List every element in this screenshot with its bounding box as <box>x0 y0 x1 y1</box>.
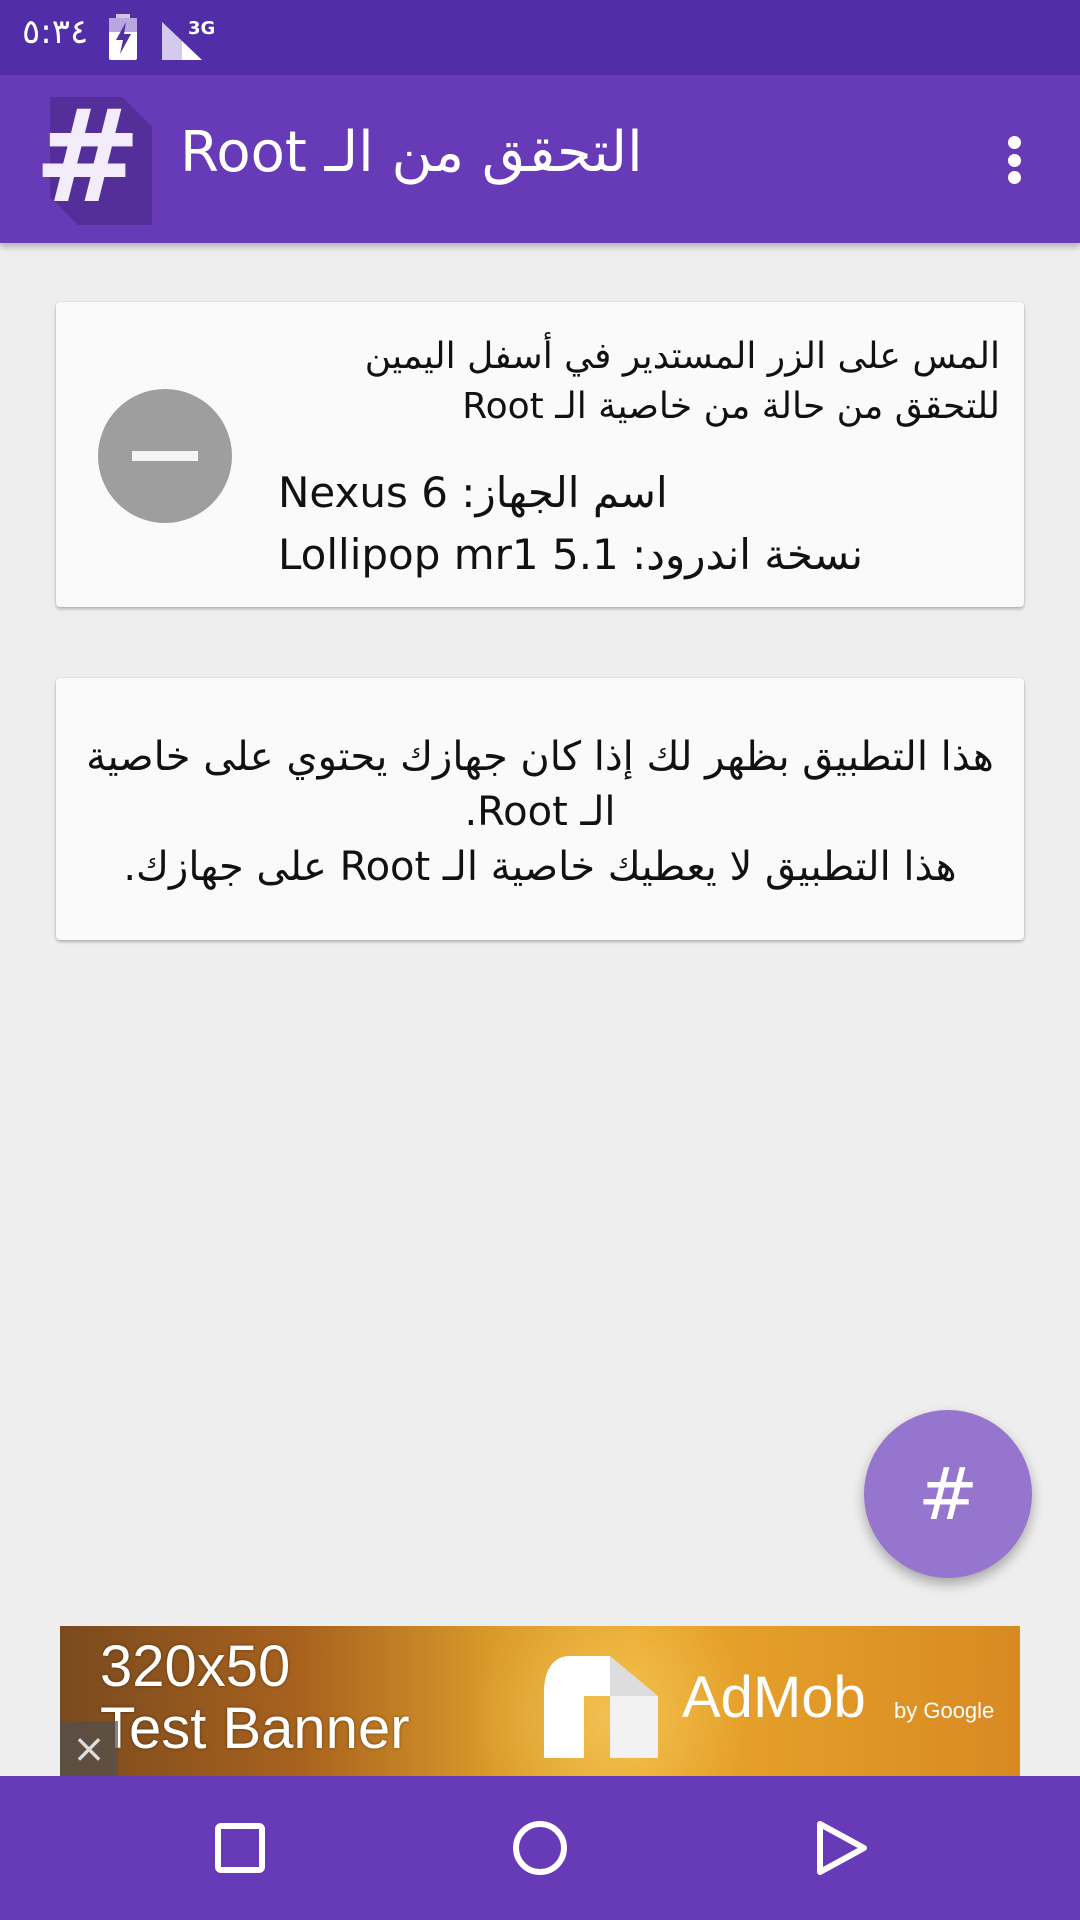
network-type: 3G <box>188 18 215 39</box>
about-line-2: هذا التطبيق لا يعطيك خاصية الـ Root على … <box>123 844 957 890</box>
battery-charging-icon <box>109 14 137 60</box>
about-card: هذا التطبيق بظهر لك إذا كان جهازك يحتوي … <box>56 678 1024 940</box>
android-version: نسخة اندرود: Lollipop mr1 5.1 <box>278 530 864 579</box>
ad-banner[interactable]: 320x50 Test Banner AdMob by Google × <box>60 1626 1020 1776</box>
admob-brand-sub: by Google <box>894 1698 995 1723</box>
ad-label: Test Banner <box>100 1696 410 1761</box>
root-status-card: المس على الزر المستدير في أسفل اليمين لل… <box>56 302 1024 607</box>
home-icon[interactable] <box>508 1816 572 1880</box>
ad-text: 320x50 Test Banner <box>100 1636 410 1760</box>
device-name: اسم الجهاز: Nexus 6 <box>278 468 668 517</box>
svg-text:#: # <box>34 97 141 225</box>
check-root-button[interactable]: # <box>864 1410 1032 1578</box>
back-icon[interactable] <box>808 1816 872 1880</box>
ad-close-icon[interactable]: × <box>60 1721 118 1776</box>
ad-size: 320x50 <box>100 1634 291 1699</box>
status-bar: ٥:٣٤ 3G <box>0 0 1080 75</box>
app-bar: # التحقق من الـ Root <box>0 75 1080 243</box>
app-title: التحقق من الـ Root <box>180 120 643 185</box>
recent-apps-icon[interactable] <box>208 1816 272 1880</box>
status-time: ٥:٣٤ <box>22 12 89 52</box>
signal-icon: 3G <box>162 18 215 60</box>
navigation-bar <box>0 1776 1080 1920</box>
instruction-text: المس على الزر المستدير في أسفل اليمين لل… <box>364 336 1000 427</box>
admob-brand: AdMob <box>682 1665 866 1730</box>
about-line-1: هذا التطبيق بظهر لك إذا كان جهازك يحتوي … <box>86 734 994 835</box>
about-text: هذا التطبيق بظهر لك إذا كان جهازك يحتوي … <box>76 730 1004 895</box>
overflow-menu-icon[interactable] <box>990 130 1038 190</box>
admob-logo-icon <box>544 1656 658 1758</box>
root-status-indicator <box>98 389 232 523</box>
hash-logo-icon: # <box>34 97 152 225</box>
